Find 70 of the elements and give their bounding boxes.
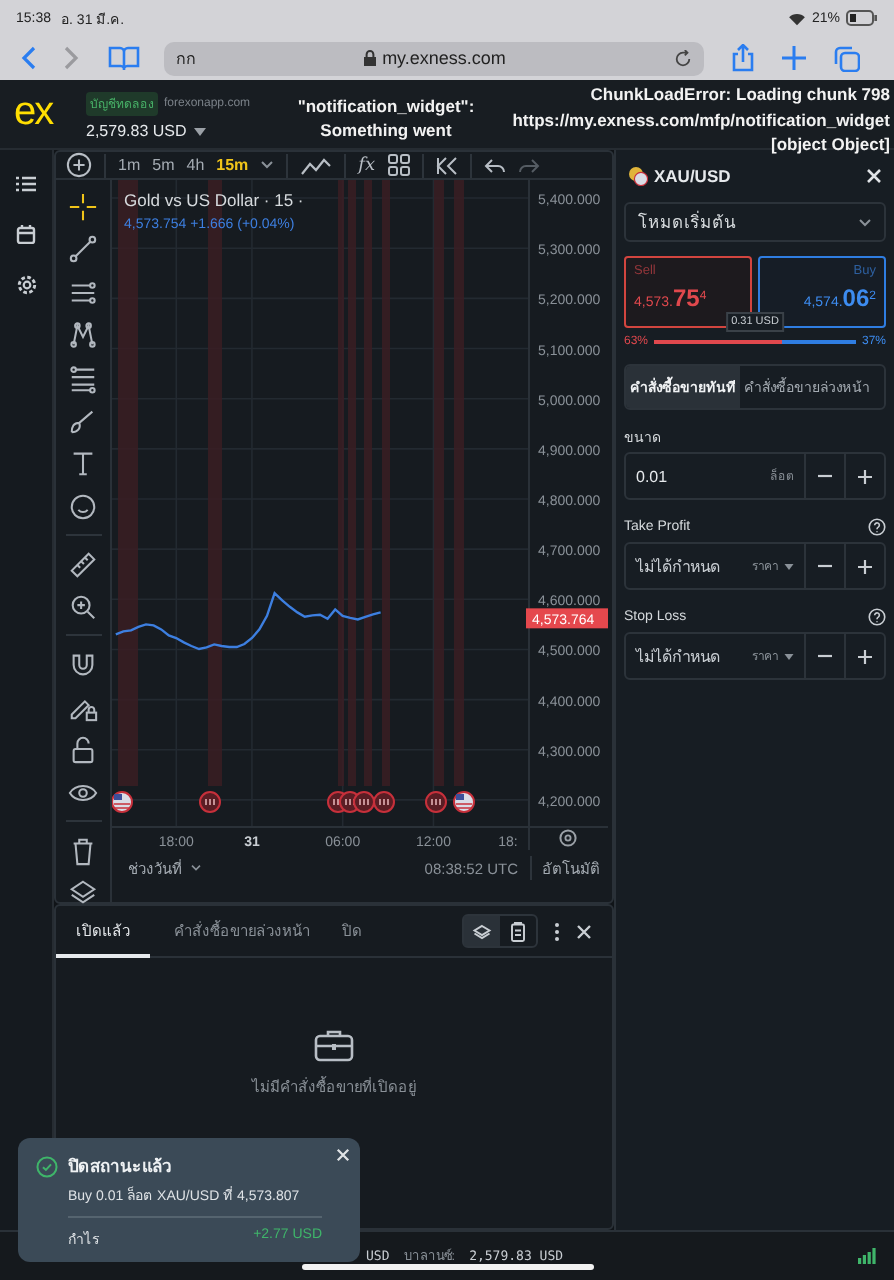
error-text: Something went bbox=[320, 118, 452, 142]
redo-icon[interactable] bbox=[517, 157, 540, 173]
zoom-in-icon[interactable] bbox=[68, 591, 98, 622]
more-icon[interactable] bbox=[554, 921, 560, 941]
plus-icon[interactable] bbox=[782, 46, 806, 70]
address-field[interactable]: กก my.exness.com bbox=[164, 41, 704, 75]
error-text: [object Object] bbox=[770, 132, 890, 157]
chevron-down-icon[interactable] bbox=[260, 160, 275, 170]
trash-icon[interactable] bbox=[68, 835, 98, 866]
undo-icon[interactable] bbox=[483, 157, 506, 173]
line-chart-icon[interactable] bbox=[300, 155, 333, 175]
brush-icon[interactable] bbox=[68, 405, 98, 436]
line-tool-icon[interactable] bbox=[68, 234, 98, 265]
mode-dropdown[interactable]: โหมดเริ่มต้น bbox=[624, 202, 886, 242]
account-balance-dropdown[interactable]: 2,579.83 USD bbox=[86, 122, 302, 140]
wifi-icon bbox=[787, 11, 806, 25]
error-text: "notification_widget": bbox=[297, 94, 475, 118]
timeframe-button[interactable]: 15m bbox=[216, 156, 249, 174]
help-icon[interactable] bbox=[868, 517, 886, 535]
parallel-lines-icon[interactable] bbox=[68, 277, 98, 308]
timeframe-button[interactable]: 5m bbox=[152, 156, 175, 174]
error-text: https://my.exness.com/mfp/notification_widget bbox=[512, 107, 890, 132]
smiley-icon[interactable] bbox=[68, 491, 98, 522]
url-text: my.exness.com bbox=[382, 48, 506, 68]
signal-icon bbox=[858, 1248, 876, 1264]
indicators-button[interactable]: fx bbox=[358, 155, 376, 175]
close-icon[interactable] bbox=[866, 168, 882, 184]
briefcase-icon bbox=[314, 1028, 354, 1062]
stack-icon bbox=[470, 919, 494, 943]
list-icon[interactable] bbox=[16, 174, 36, 194]
symbol-title: XAU/USD bbox=[654, 166, 731, 186]
grid-icon[interactable] bbox=[387, 154, 410, 176]
caret-icon bbox=[194, 127, 207, 135]
bookmarks-icon[interactable] bbox=[108, 46, 140, 70]
share-icon[interactable] bbox=[732, 44, 754, 72]
error-text: ChunkLoadError: Loading chunk 798 bbox=[590, 82, 890, 107]
rewind-icon[interactable] bbox=[435, 155, 458, 175]
timeframe-button[interactable]: 4h bbox=[186, 156, 205, 174]
toast-title: ปิดสถานะแล้ว bbox=[68, 1154, 172, 1180]
back-icon[interactable] bbox=[20, 46, 36, 70]
crosshair-icon[interactable] bbox=[68, 192, 98, 222]
help-icon[interactable] bbox=[868, 607, 886, 625]
lock-icon[interactable] bbox=[68, 734, 98, 765]
chevron-down-icon bbox=[858, 217, 872, 227]
settings-icon[interactable] bbox=[15, 274, 37, 296]
view-toggle-button[interactable] bbox=[464, 916, 500, 946]
add-icon[interactable] bbox=[66, 152, 92, 178]
tabs-icon[interactable] bbox=[834, 45, 860, 71]
calendar-icon[interactable] bbox=[16, 224, 36, 244]
reload-icon[interactable] bbox=[674, 49, 692, 67]
logo[interactable]: ex bbox=[14, 90, 86, 136]
text-tool-icon[interactable] bbox=[68, 448, 98, 479]
flag-icon bbox=[628, 166, 648, 186]
chevron-down-icon bbox=[190, 864, 202, 872]
magnet-icon[interactable] bbox=[68, 649, 98, 680]
flag-icon[interactable] bbox=[112, 791, 133, 813]
timeframe-button[interactable]: 1m bbox=[118, 156, 141, 174]
ruler-icon[interactable] bbox=[68, 549, 98, 580]
battery-icon bbox=[846, 10, 878, 26]
horizontal-lines-icon[interactable] bbox=[68, 363, 98, 394]
clipboard-icon bbox=[506, 919, 530, 943]
close-icon[interactable] bbox=[576, 923, 592, 939]
settings-icon[interactable] bbox=[559, 829, 577, 847]
lock-icon bbox=[364, 50, 377, 66]
layers-icon[interactable] bbox=[68, 878, 98, 909]
check-circle-icon bbox=[36, 1155, 58, 1177]
chart-title: Gold vs US Dollar · 15 · bbox=[124, 190, 304, 210]
pattern-icon[interactable] bbox=[68, 320, 98, 351]
reader-button[interactable]: กก bbox=[176, 45, 196, 71]
close-icon[interactable] bbox=[336, 1148, 350, 1162]
